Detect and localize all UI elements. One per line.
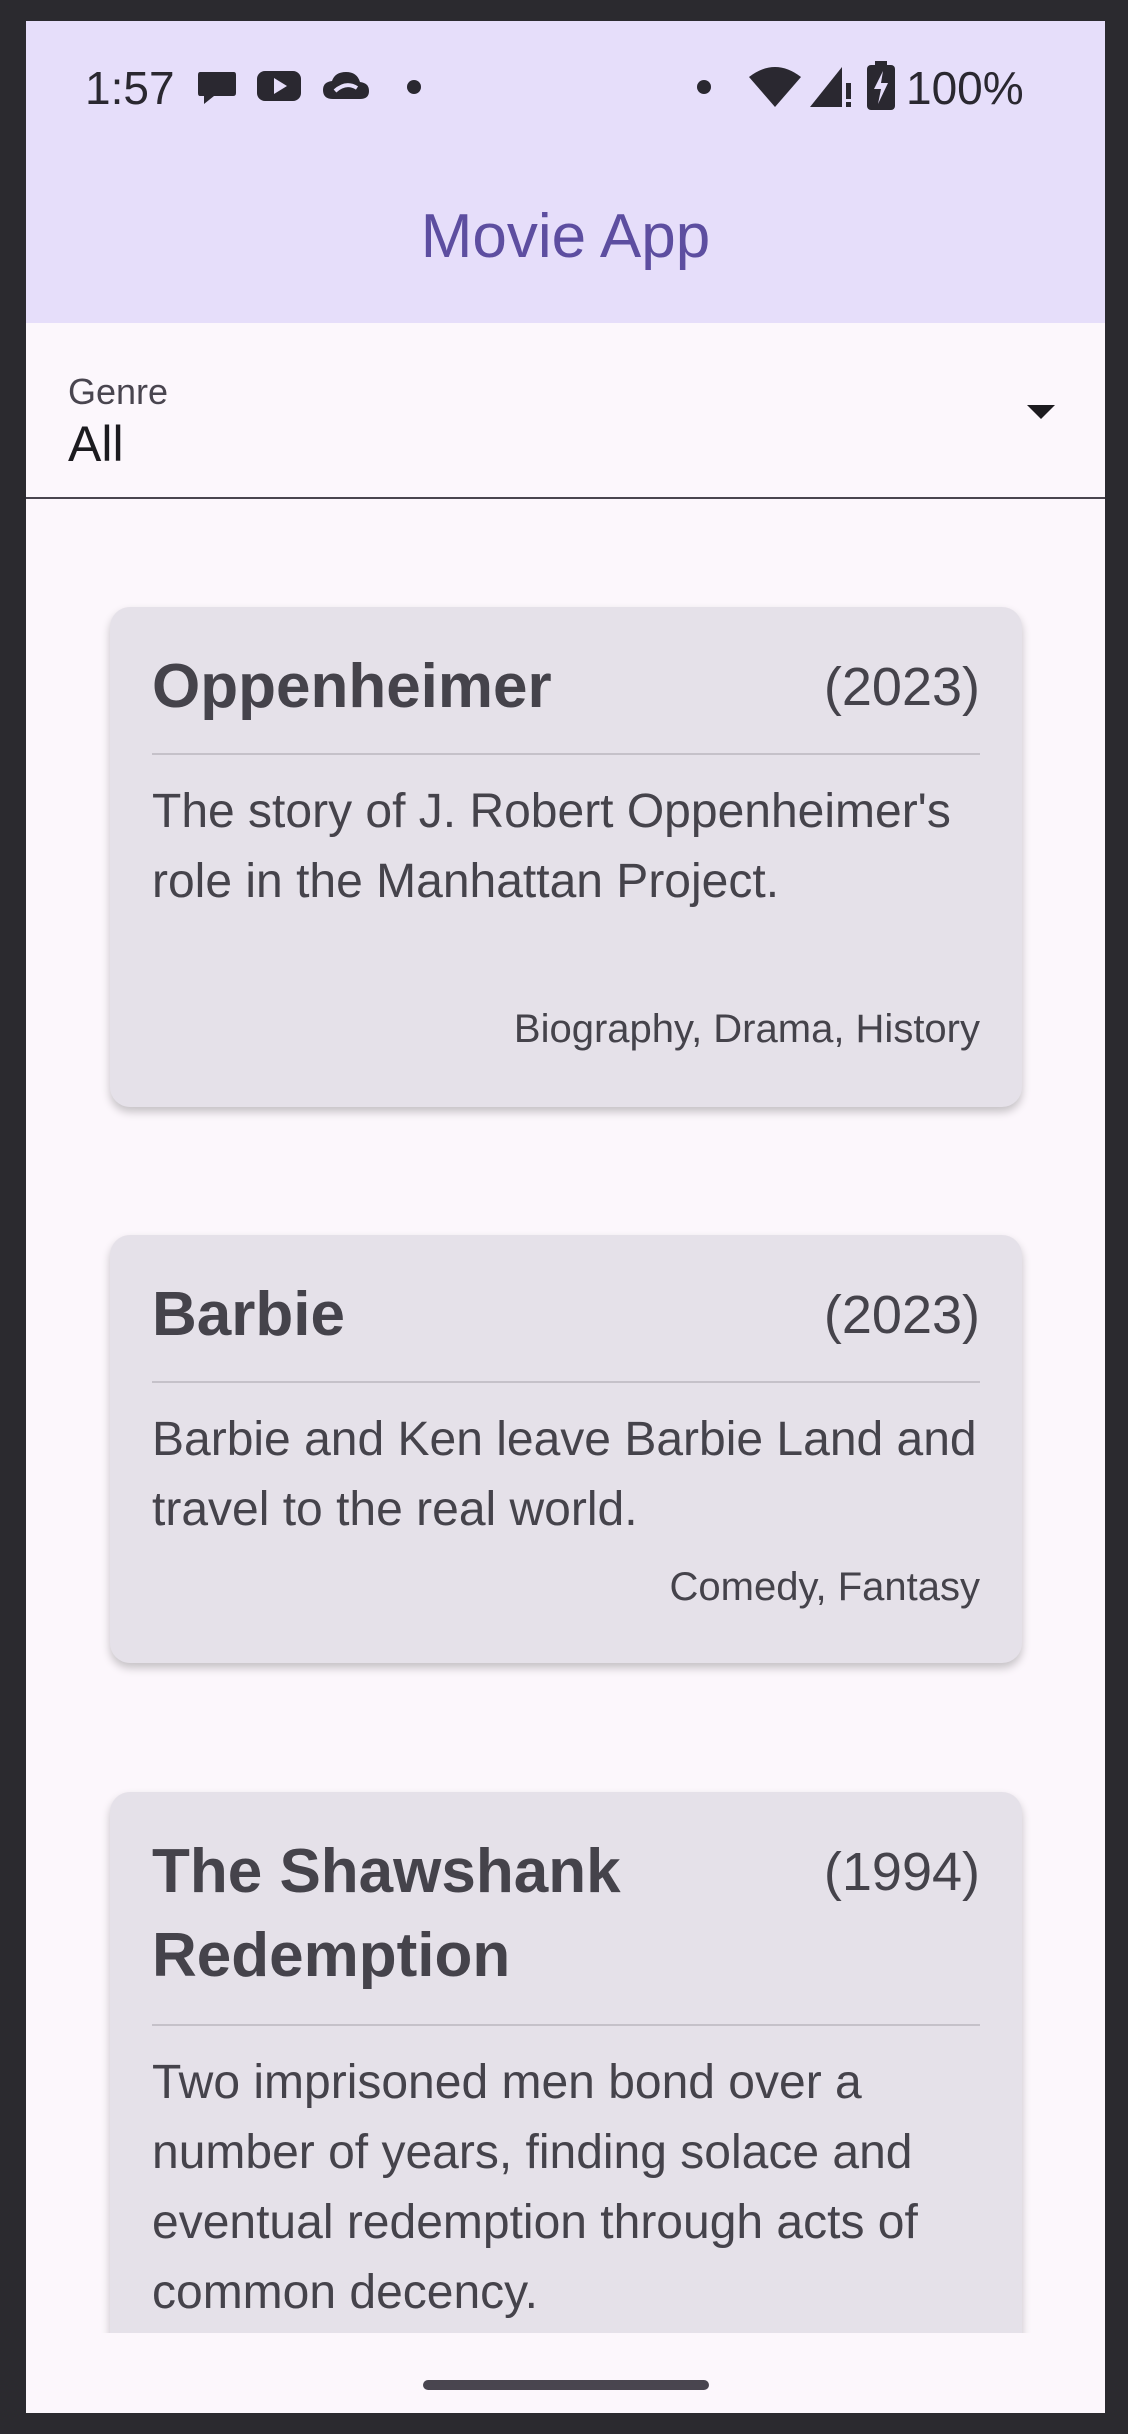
gesture-navigation-handle[interactable] xyxy=(423,2380,709,2390)
status-time: 1:57 xyxy=(85,62,175,114)
movie-title: Barbie xyxy=(152,1280,345,1349)
movie-year: (2023) xyxy=(823,1285,980,1345)
chat-bubble-icon xyxy=(198,72,236,104)
status-bar: 1:57 100% xyxy=(26,21,1105,151)
movie-genres: Comedy, Fantasy xyxy=(669,1565,981,1609)
page-title: Movie App xyxy=(420,202,711,271)
battery-charging-icon xyxy=(867,61,895,110)
movie-card[interactable]: The Shawshank Redemption (1994) Two impr… xyxy=(110,1792,1022,2333)
battery-percent: 100% xyxy=(906,62,1024,114)
movie-genres: Biography, Drama, History xyxy=(513,1007,980,1051)
dot-icon xyxy=(407,80,421,94)
movie-list[interactable]: Oppenheimer (2023) The story of J. Rober… xyxy=(26,497,1105,2333)
genre-dropdown[interactable]: Genre All xyxy=(26,323,1105,499)
movie-description: Barbie and Ken leave Barbie Land and tra… xyxy=(152,1413,977,1536)
dot-icon xyxy=(697,80,711,94)
movie-card[interactable]: Barbie (2023) Barbie and Ken leave Barbi… xyxy=(110,1235,1022,1663)
card-divider xyxy=(152,1381,980,1383)
movie-title: Oppenheimer xyxy=(152,652,552,721)
movie-year: (2023) xyxy=(823,657,980,717)
movie-card[interactable]: Oppenheimer (2023) The story of J. Rober… xyxy=(110,607,1022,1107)
cloud-icon xyxy=(323,72,369,99)
app-bar: 1:57 100% Movie App xyxy=(26,21,1105,323)
youtube-icon xyxy=(257,71,301,101)
movie-year: (1994) xyxy=(823,1842,980,1902)
movie-title: The Shawshank Redemption xyxy=(152,1837,621,1990)
phone-screen: 1:57 100% Movie App Genre All Oppenheime… xyxy=(26,21,1105,2413)
wifi-icon xyxy=(749,67,801,107)
dropdown-arrow-icon[interactable] xyxy=(1027,405,1055,419)
signal-icon xyxy=(810,67,851,107)
genre-label: Genre xyxy=(68,371,169,412)
card-divider xyxy=(152,2024,980,2026)
movie-description: Two imprisoned men bond over a number of… xyxy=(152,2056,918,2319)
card-divider xyxy=(152,753,980,755)
genre-selected-value: All xyxy=(68,416,124,472)
movie-description: The story of J. Robert Oppenheimer's rol… xyxy=(152,785,951,908)
